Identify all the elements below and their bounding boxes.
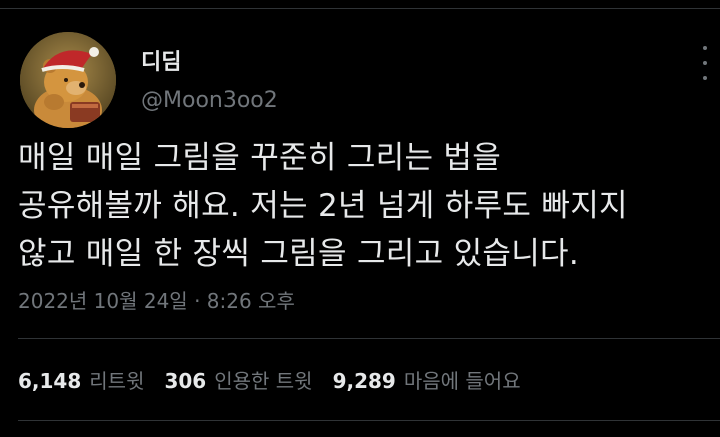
likes-count: 9,289 (332, 369, 396, 393)
user-handle[interactable]: @Moon3oo2 (141, 88, 278, 113)
more-options-button[interactable] (694, 46, 716, 80)
tweet-text-line: 공유해볼까 해요. 저는 2년 넘게 하루도 빠지지 (18, 188, 628, 224)
tweet-text-line: 매일 매일 그림을 꾸준히 그리는 법을 (18, 140, 502, 176)
more-dots-icon (703, 46, 707, 50)
more-dots-icon (703, 76, 707, 80)
tweet-timestamp[interactable]: 2022년 10월 24일 · 8:26 오후 (18, 285, 295, 314)
meta-divider (18, 338, 720, 339)
likes-stat[interactable]: 9,289 마음에 들어요 (333, 365, 521, 394)
top-divider (0, 8, 720, 9)
tweet: 디딤 @Moon3oo2 매일 매일 그림을 꾸준히 그리는 법을 공유해볼까 … (0, 0, 720, 437)
tweet-text: 매일 매일 그림을 꾸준히 그리는 법을 공유해볼까 해요. 저는 2년 넘게 … (18, 134, 708, 278)
retweets-stat[interactable]: 6,148 리트윗 (18, 365, 144, 394)
quote-tweets-stat[interactable]: 306 인용한 트윗 (164, 365, 312, 394)
quote-tweets-count: 306 (164, 369, 207, 393)
retweets-count: 6,148 (18, 369, 82, 393)
likes-label: 마음에 들어요 (403, 369, 521, 393)
bottom-divider (18, 420, 720, 421)
avatar[interactable] (20, 32, 116, 128)
avatar-image (20, 32, 116, 128)
more-dots-icon (703, 61, 707, 65)
retweets-label: 리트윗 (89, 369, 145, 393)
display-name[interactable]: 디딤 (141, 44, 181, 76)
tweet-stats: 6,148 리트윗 306 인용한 트윗 9,289 마음에 들어요 (18, 365, 541, 394)
quote-tweets-label: 인용한 트윗 (214, 369, 313, 393)
tweet-text-line: 않고 매일 한 장씩 그림을 그리고 있습니다. (18, 236, 580, 272)
